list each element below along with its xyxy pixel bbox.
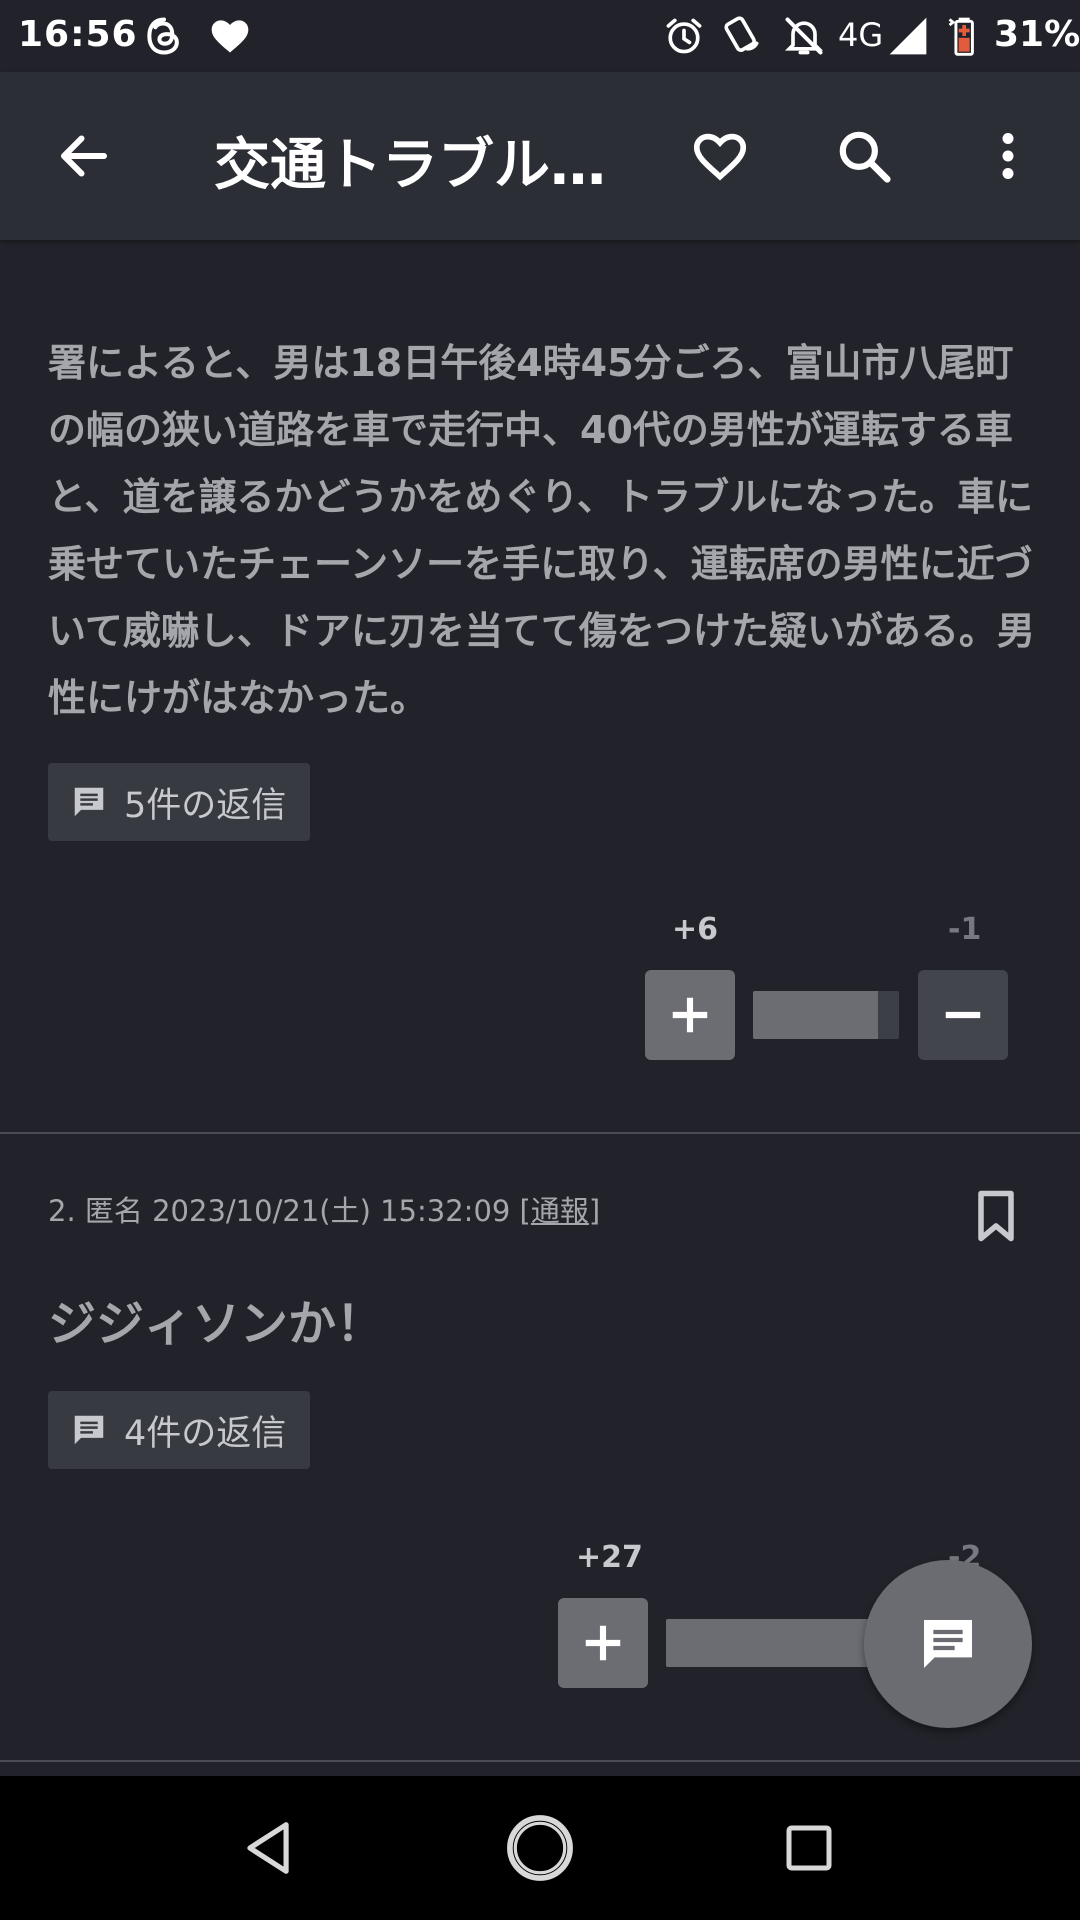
minus-vote-button[interactable] — [918, 970, 1008, 1060]
report-link[interactable]: 通報 — [531, 1194, 589, 1228]
search-button[interactable] — [824, 116, 904, 196]
network-type: 4G — [838, 16, 884, 54]
system-nav-bar — [0, 1776, 1080, 1920]
plus-vote-button[interactable] — [645, 970, 735, 1060]
vote-ratio-fill — [753, 991, 879, 1039]
vote-ratio-fill — [666, 1619, 884, 1667]
heart-outline-icon — [693, 133, 747, 181]
plus-icon — [585, 1625, 621, 1661]
mute-icon — [784, 17, 824, 55]
bookmark-icon[interactable] — [966, 1186, 1026, 1246]
nav-home-icon — [507, 1815, 573, 1881]
threads-icon — [147, 17, 179, 55]
comment-meta-text: 2. 匿名 2023/10/21(土) 15:32:09 [ — [48, 1194, 531, 1228]
comment-icon — [924, 1620, 972, 1668]
more-options-button[interactable] — [968, 116, 1048, 196]
comment-meta-close: ] — [588, 1194, 601, 1228]
minus-icon — [945, 1011, 981, 1019]
signal-icon — [889, 17, 927, 55]
status-bar: 16:56 4G 31% — [0, 0, 1080, 72]
more-vert-icon — [1002, 133, 1014, 179]
comment-icon — [74, 1415, 104, 1445]
nfc-icon — [724, 16, 759, 52]
divider — [0, 1760, 1080, 1762]
minus-count: -1 — [948, 912, 982, 947]
heart-icon — [211, 20, 249, 53]
nav-home-button[interactable] — [492, 1800, 588, 1896]
app-bar: 交通トラブル… — [0, 72, 1080, 240]
comment-body: 署によると、男は18日午後4時45分ごろ、富山市八尾町の幅の狭い道路を車で走行中… — [48, 341, 1035, 720]
back-button[interactable] — [44, 116, 124, 196]
plus-icon — [672, 997, 708, 1033]
nav-recents-button[interactable] — [761, 1800, 857, 1896]
plus-vote-button[interactable] — [558, 1598, 648, 1688]
back-arrow-icon — [61, 135, 107, 177]
nav-back-button[interactable] — [220, 1800, 316, 1896]
comment-body: ジジィソンか！ — [48, 1296, 385, 1352]
page-title: 交通トラブル… — [214, 133, 606, 198]
alarm-icon — [666, 18, 702, 54]
favorite-button[interactable] — [680, 116, 760, 196]
nav-recents-icon — [786, 1825, 832, 1871]
vote-ratio-bar — [753, 991, 899, 1039]
comment-meta: 2. 匿名 2023/10/21(土) 15:32:09 [通報] — [48, 1188, 600, 1230]
divider — [0, 1132, 1080, 1134]
status-time: 16:56 — [18, 14, 138, 55]
replies-label: 4件の返信 — [124, 1413, 287, 1454]
search-icon — [839, 131, 891, 183]
replies-label: 5件の返信 — [124, 785, 287, 826]
battery-icon — [948, 17, 974, 56]
comment-icon — [74, 787, 104, 817]
plus-count: +6 — [672, 912, 719, 947]
battery-percent: 31% — [994, 14, 1080, 55]
plus-count: +27 — [576, 1540, 643, 1575]
replies-button[interactable]: 5件の返信 — [48, 763, 311, 841]
comment-fab[interactable] — [864, 1560, 1032, 1728]
replies-button[interactable]: 4件の返信 — [48, 1391, 311, 1469]
nav-back-icon — [247, 1822, 289, 1874]
